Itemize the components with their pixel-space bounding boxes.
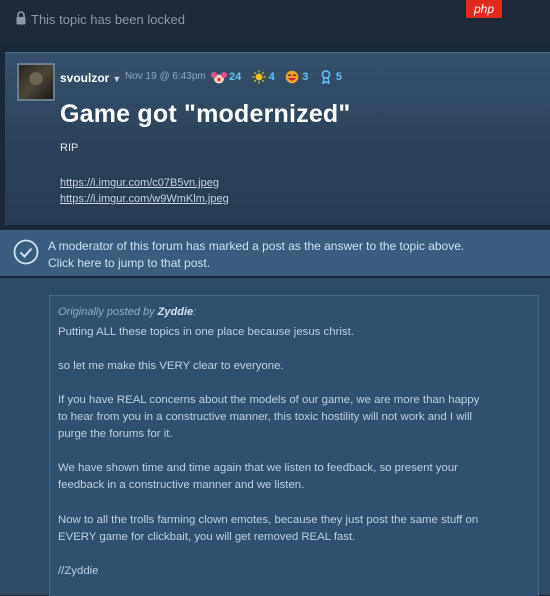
quote-line: Putting ALL these topics in one place be… bbox=[58, 326, 354, 338]
awards-bar[interactable]: 24 4 3 5 bbox=[211, 68, 347, 84]
award-sun[interactable]: 4 bbox=[251, 68, 275, 86]
image-link-2[interactable]: https://i.imgur.com/w9WmKlm.jpeg bbox=[60, 193, 229, 205]
topic-post: svoulzor ▼ Nov 19 @ 6:43pm 24 4 3 5 Game… bbox=[5, 52, 550, 225]
lock-icon bbox=[16, 11, 26, 25]
award-clown[interactable]: 24 bbox=[211, 68, 241, 86]
check-circle-icon bbox=[13, 239, 39, 265]
quote-line: We have shown time and time again that w… bbox=[58, 462, 458, 474]
quote-line: If you have REAL concerns about the mode… bbox=[58, 394, 480, 406]
clown-award-icon bbox=[211, 71, 227, 84]
quote-line: to hear from you in a constructive manne… bbox=[58, 411, 473, 423]
post-title: Game got "modernized" bbox=[60, 100, 351, 128]
quote-line: so let me make this VERY clear to everyo… bbox=[58, 360, 284, 372]
ribbon-award-icon bbox=[321, 69, 331, 84]
php-watermark-badge: php bbox=[466, 0, 502, 18]
author-row[interactable]: svoulzor ▼ bbox=[60, 69, 121, 85]
quote-block: Originally posted by Zyddie: Putting ALL… bbox=[49, 295, 539, 596]
sun-award-icon bbox=[252, 70, 266, 84]
quote-line: purge the forums for it. bbox=[58, 428, 173, 440]
award-laughing[interactable]: 3 bbox=[284, 68, 308, 86]
answer-post-body: Originally posted by Zyddie: Putting ALL… bbox=[0, 278, 550, 596]
quote-author-name: Zyddie bbox=[157, 306, 194, 318]
quote-line: feedback in a constructive manner and we… bbox=[58, 479, 305, 491]
chevron-down-icon[interactable]: ▼ bbox=[112, 74, 121, 84]
post-date: Nov 19 @ 6:43pm bbox=[125, 71, 206, 82]
quote-line: Now to all the trolls farming clown emot… bbox=[58, 514, 479, 526]
avatar[interactable] bbox=[17, 63, 55, 101]
locked-text: This topic has been locked bbox=[31, 12, 185, 27]
post-body-text: RIP bbox=[60, 142, 79, 154]
answer-notice-text: A moderator of this forum has marked a p… bbox=[48, 239, 465, 253]
award-ribbon[interactable]: 5 bbox=[318, 68, 342, 86]
quote-line: EVERY game for clickbait, you will get r… bbox=[58, 531, 356, 543]
jump-to-answer-link[interactable]: Click here to jump to that post. bbox=[48, 256, 210, 270]
answer-notice[interactable]: A moderator of this forum has marked a p… bbox=[0, 230, 550, 276]
laughing-face-award-icon bbox=[285, 70, 299, 84]
quote-author-line: Originally posted by Zyddie: bbox=[58, 306, 197, 318]
image-link-1[interactable]: https://i.imgur.com/c07B5vn.jpeg bbox=[60, 177, 219, 189]
quote-signature: //Zyddie bbox=[58, 565, 99, 577]
author-name[interactable]: svoulzor bbox=[60, 71, 109, 85]
